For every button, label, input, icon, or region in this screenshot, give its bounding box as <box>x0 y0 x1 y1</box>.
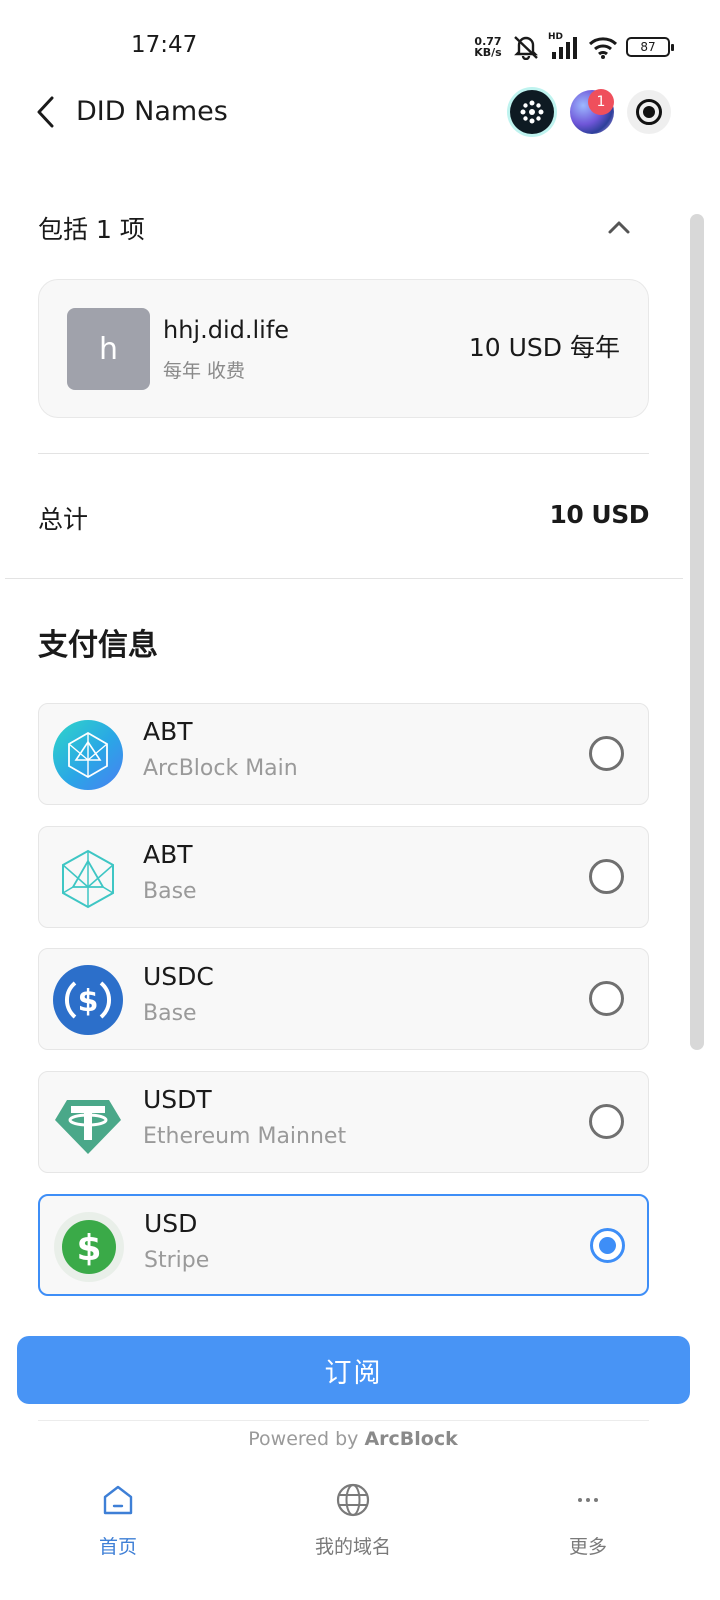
item-billing: 每年 收费 <box>163 360 246 382</box>
battery-level: 87 <box>640 40 656 54</box>
powered-by: Powered by ArcBlock <box>0 1428 706 1450</box>
back-button[interactable] <box>32 94 62 130</box>
usdc-icon: $ <box>53 965 123 1035</box>
divider <box>38 453 649 454</box>
radio-button[interactable] <box>589 981 624 1016</box>
globe-icon <box>336 1483 370 1517</box>
network-speed-unit: KB/s <box>474 46 502 59</box>
arcblock-main-icon <box>53 720 123 790</box>
tether-icon <box>53 1088 123 1158</box>
page-title: DID Names <box>76 96 228 127</box>
network-speed: 0.77 KB/s <box>472 36 504 58</box>
app-header: DID Names <box>0 84 720 142</box>
payment-option-abt-arcblock[interactable]: ABT ArcBlock Main <box>38 703 649 805</box>
dots-grid-icon[interactable] <box>510 90 554 134</box>
payment-network: Base <box>143 1001 197 1026</box>
mute-bell-icon <box>514 36 538 60</box>
payment-network: Stripe <box>144 1248 210 1273</box>
payment-currency: USDT <box>143 1085 212 1114</box>
payment-currency: ABT <box>143 717 193 746</box>
radio-button-selected[interactable] <box>590 1228 625 1263</box>
home-icon <box>103 1485 133 1515</box>
item-avatar: h <box>67 308 150 390</box>
total-label: 总计 <box>38 505 89 534</box>
svg-text:$: $ <box>78 984 99 1019</box>
order-item-card: h hhj.did.life 每年 收费 10 USD 每年 <box>38 279 649 418</box>
dollar-icon: $ <box>54 1212 124 1282</box>
nav-item-more[interactable]: 更多 <box>518 1470 658 1570</box>
battery-icon: 87 <box>626 37 674 57</box>
powered-by-prefix: Powered by <box>248 1428 359 1450</box>
radio-button[interactable] <box>589 1104 624 1139</box>
payment-network: Ethereum Mainnet <box>143 1124 347 1149</box>
nav-item-home[interactable]: 首页 <box>48 1470 188 1570</box>
scrollbar[interactable] <box>690 214 704 1050</box>
payment-option-usdt[interactable]: USDT Ethereum Mainnet <box>38 1071 649 1173</box>
powered-by-brand[interactable]: ArcBlock <box>364 1428 457 1450</box>
notification-badge: 1 <box>588 89 614 115</box>
chevron-left-icon <box>37 96 54 128</box>
item-price: 10 USD 每年 <box>468 333 620 362</box>
divider <box>38 1420 649 1421</box>
nav-label: 更多 <box>568 1536 607 1558</box>
payment-currency: USD <box>144 1209 198 1238</box>
arcblock-base-icon <box>53 843 123 913</box>
payment-option-usdc[interactable]: $ USDC Base <box>38 948 649 1050</box>
status-bar: 17:47 0.77 KB/s HD 87 <box>0 0 720 90</box>
subscribe-button[interactable]: 订阅 <box>17 1336 690 1404</box>
nav-label: 我的域名 <box>314 1536 391 1558</box>
wifi-icon <box>588 37 618 59</box>
payment-currency: ABT <box>143 840 193 869</box>
payment-option-usd-stripe[interactable]: $ USD Stripe <box>38 1194 649 1296</box>
bottom-navigation: 首页 我的域名 更多 <box>0 1470 720 1600</box>
total-value: 10 USD <box>549 500 649 529</box>
more-icon <box>578 1498 598 1502</box>
radio-button[interactable] <box>589 859 624 894</box>
chevron-up-icon[interactable] <box>605 216 633 238</box>
divider <box>5 578 683 579</box>
items-section-title: 包括 1 项 <box>38 215 145 244</box>
payment-network: Base <box>143 879 197 904</box>
payment-option-abt-base[interactable]: ABT Base <box>38 826 649 928</box>
status-icons: 0.77 KB/s HD 87 <box>472 30 674 64</box>
record-icon[interactable] <box>627 90 671 134</box>
payment-currency: USDC <box>143 962 214 991</box>
payment-network: ArcBlock Main <box>143 756 298 781</box>
cell-signal-icon: HD <box>548 32 580 60</box>
radio-button[interactable] <box>589 736 624 771</box>
svg-text:$: $ <box>76 1228 101 1269</box>
item-name: hhj.did.life <box>163 316 290 344</box>
status-time: 17:47 <box>131 32 198 58</box>
payment-section-title: 支付信息 <box>38 628 158 663</box>
nav-label: 首页 <box>98 1536 137 1558</box>
nav-item-my-domains[interactable]: 我的域名 <box>283 1470 423 1570</box>
